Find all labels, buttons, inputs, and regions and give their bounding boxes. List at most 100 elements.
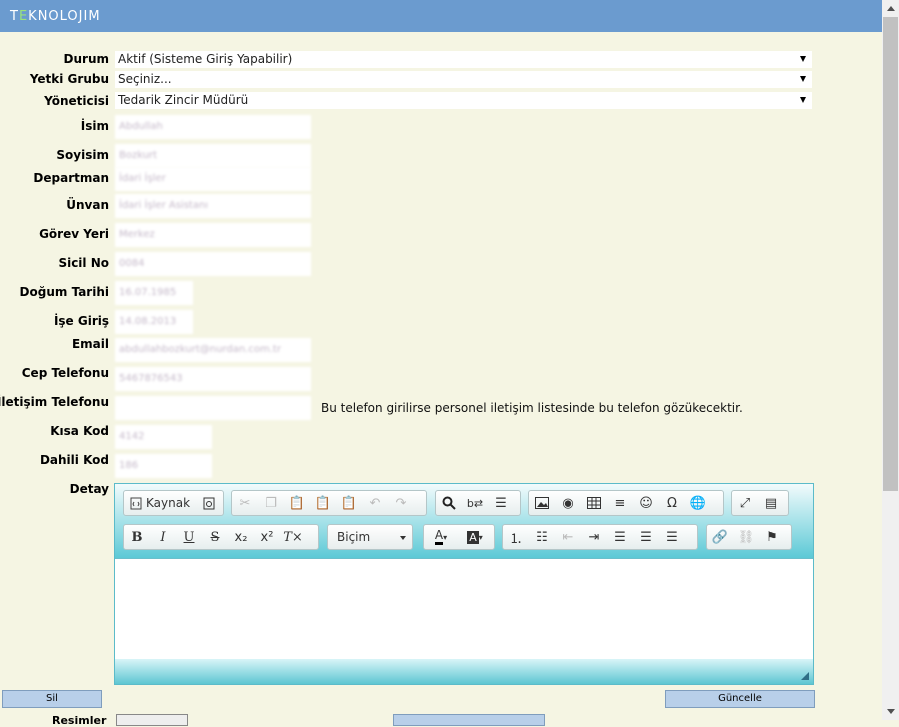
subscript-button[interactable]: x₂ <box>228 525 254 549</box>
cep-telefonu-input[interactable]: 5467876543 <box>115 367 311 391</box>
smiley-button[interactable]: ☺ <box>633 491 659 515</box>
superscript-button[interactable]: x² <box>254 525 280 549</box>
unvan-input[interactable]: İdari İşler Asistanı <box>115 194 311 218</box>
gorev-yeri-input[interactable]: Merkez <box>115 223 311 247</box>
dropdown-caret-icon <box>400 536 406 540</box>
departman-select[interactable]: İdari İşler <box>115 167 311 191</box>
dahili-kod-input[interactable]: 186 <box>115 454 212 478</box>
table-button[interactable] <box>581 491 607 515</box>
toolbar-group-basic-styles: B I U S x₂ x² T× <box>123 524 319 550</box>
paste-text-button[interactable]: 📋 <box>310 491 336 515</box>
editor-bottom-bar <box>115 659 813 684</box>
toolbar-group-clipboard: ✂ ❐ 📋 📋 📋 ↶ ↷ <box>231 490 427 516</box>
copy-button[interactable]: ❐ <box>258 491 284 515</box>
dogum-tarihi-input[interactable]: 16.07.1985 <box>115 281 193 305</box>
toolbar-group-insert: ◉ ≡ ☺ Ω 🌐 <box>528 490 724 516</box>
bulleted-list-button[interactable]: ☷ <box>529 525 555 549</box>
scroll-up-icon[interactable] <box>882 0 899 17</box>
vertical-scrollbar[interactable] <box>882 0 899 720</box>
horizontal-rule-button[interactable]: ≡ <box>607 491 633 515</box>
source-icon <box>130 497 142 509</box>
yonetici-label: Yöneticisi <box>44 94 109 108</box>
outdent-button[interactable]: ⇤ <box>555 525 581 549</box>
departman-label: Departman <box>33 171 109 185</box>
table-icon <box>587 497 601 509</box>
toolbar-group-links: 🔗 ⛓ ⚑ <box>706 524 792 550</box>
special-char-button[interactable]: Ω <box>659 491 685 515</box>
editor-content-area[interactable] <box>115 558 813 661</box>
yetki-grubu-select[interactable]: Seçiniz... <box>115 71 812 88</box>
source-button[interactable]: Kaynak <box>124 496 196 510</box>
strikethrough-icon: S <box>210 529 220 545</box>
toolbar-group-tools: ⤢ ▤ <box>731 490 789 516</box>
numbered-list-button[interactable]: ⒈ <box>503 525 529 549</box>
indent-button[interactable]: ⇥ <box>581 525 607 549</box>
unlink-button[interactable]: ⛓ <box>733 525 759 549</box>
cut-icon: ✂ <box>239 495 251 511</box>
remove-format-icon: T× <box>283 529 303 545</box>
superscript-icon: x² <box>260 529 274 545</box>
yonetici-select[interactable]: Tedarik Zincir Müdürü <box>115 92 812 109</box>
unvan-label: Ünvan <box>66 198 109 212</box>
email-input[interactable]: abdullahbozkurt@nurdan.com.tr <box>115 338 311 362</box>
horizontal-rule-icon: ≡ <box>614 495 626 511</box>
resize-handle-icon[interactable] <box>801 672 809 680</box>
soyisim-input[interactable]: Bozkurt <box>115 144 311 168</box>
flash-button[interactable]: ◉ <box>555 491 581 515</box>
cut-button[interactable]: ✂ <box>232 491 258 515</box>
underline-button[interactable]: U <box>176 525 202 549</box>
undo-button[interactable]: ↶ <box>362 491 388 515</box>
isim-input[interactable]: Abdullah <box>115 115 311 139</box>
select-all-button[interactable]: ☰ <box>488 491 514 515</box>
ise-giris-input[interactable]: 14.08.2013 <box>115 310 193 334</box>
preview-button[interactable] <box>196 491 222 515</box>
logo: TEKNOLOJIM <box>10 9 101 24</box>
align-left-button[interactable]: ☰ <box>607 525 633 549</box>
show-blocks-button[interactable]: ▤ <box>758 491 784 515</box>
link-button[interactable]: 🔗 <box>707 525 733 549</box>
underline-icon: U <box>183 529 195 545</box>
delete-button[interactable]: Sil <box>2 690 102 708</box>
scroll-thumb[interactable] <box>883 17 898 491</box>
globe-icon: 🌐 <box>689 495 707 511</box>
kisa-kod-input[interactable]: 4142 <box>115 425 212 449</box>
bg-color-button[interactable]: A ▾ <box>458 525 492 549</box>
paste-button[interactable]: 📋 <box>284 491 310 515</box>
iletisim-telefonu-input[interactable] <box>115 396 311 420</box>
file-input[interactable] <box>116 714 188 726</box>
remove-format-button[interactable]: T× <box>280 525 306 549</box>
image-button[interactable] <box>529 491 555 515</box>
align-right-button[interactable]: ☰ <box>659 525 685 549</box>
paste-word-button[interactable]: 📋 <box>336 491 362 515</box>
text-color-button[interactable]: A ▾ <box>424 525 458 549</box>
subscript-icon: x₂ <box>234 529 248 545</box>
search-icon <box>442 496 456 510</box>
upload-button[interactable] <box>393 714 545 726</box>
align-center-button[interactable]: ☰ <box>633 525 659 549</box>
show-blocks-icon: ▤ <box>764 495 778 511</box>
update-button[interactable]: Güncelle <box>665 690 815 708</box>
top-bar: TEKNOLOJIM <box>0 0 882 32</box>
bold-button[interactable]: B <box>124 525 150 549</box>
maximize-button[interactable]: ⤢ <box>732 491 758 515</box>
flash-icon: ◉ <box>562 495 574 511</box>
italic-button[interactable]: I <box>150 525 176 549</box>
sicil-no-input[interactable]: 0084 <box>115 252 311 276</box>
format-dropdown[interactable]: Biçim <box>327 524 413 550</box>
smiley-icon: ☺ <box>639 495 653 511</box>
redo-button[interactable]: ↷ <box>388 491 414 515</box>
editor-toolbar: Kaynak ✂ ❐ 📋 📋 📋 ↶ ↷ b⇄ ☰ ◉ ≡ ☺ Ω 🌐 ⤢ ▤ … <box>115 484 813 558</box>
ise-giris-label: İşe Giriş <box>53 314 109 328</box>
yetki-grubu-label: Yetki Grubu <box>29 72 109 86</box>
iframe-button[interactable]: 🌐 <box>685 491 711 515</box>
replace-icon: b⇄ <box>466 496 484 510</box>
scroll-down-icon[interactable] <box>882 703 899 720</box>
link-icon: 🔗 <box>711 529 729 545</box>
durum-select[interactable]: Aktif (Sisteme Giriş Yapabilir) <box>115 51 812 68</box>
dogum-tarihi-label: Doğum Tarihi <box>19 285 109 299</box>
anchor-button[interactable]: ⚑ <box>759 525 785 549</box>
find-button[interactable] <box>436 491 462 515</box>
strikethrough-button[interactable]: S <box>202 525 228 549</box>
replace-button[interactable]: b⇄ <box>462 491 488 515</box>
dropdown-arrow-icon <box>800 97 806 103</box>
